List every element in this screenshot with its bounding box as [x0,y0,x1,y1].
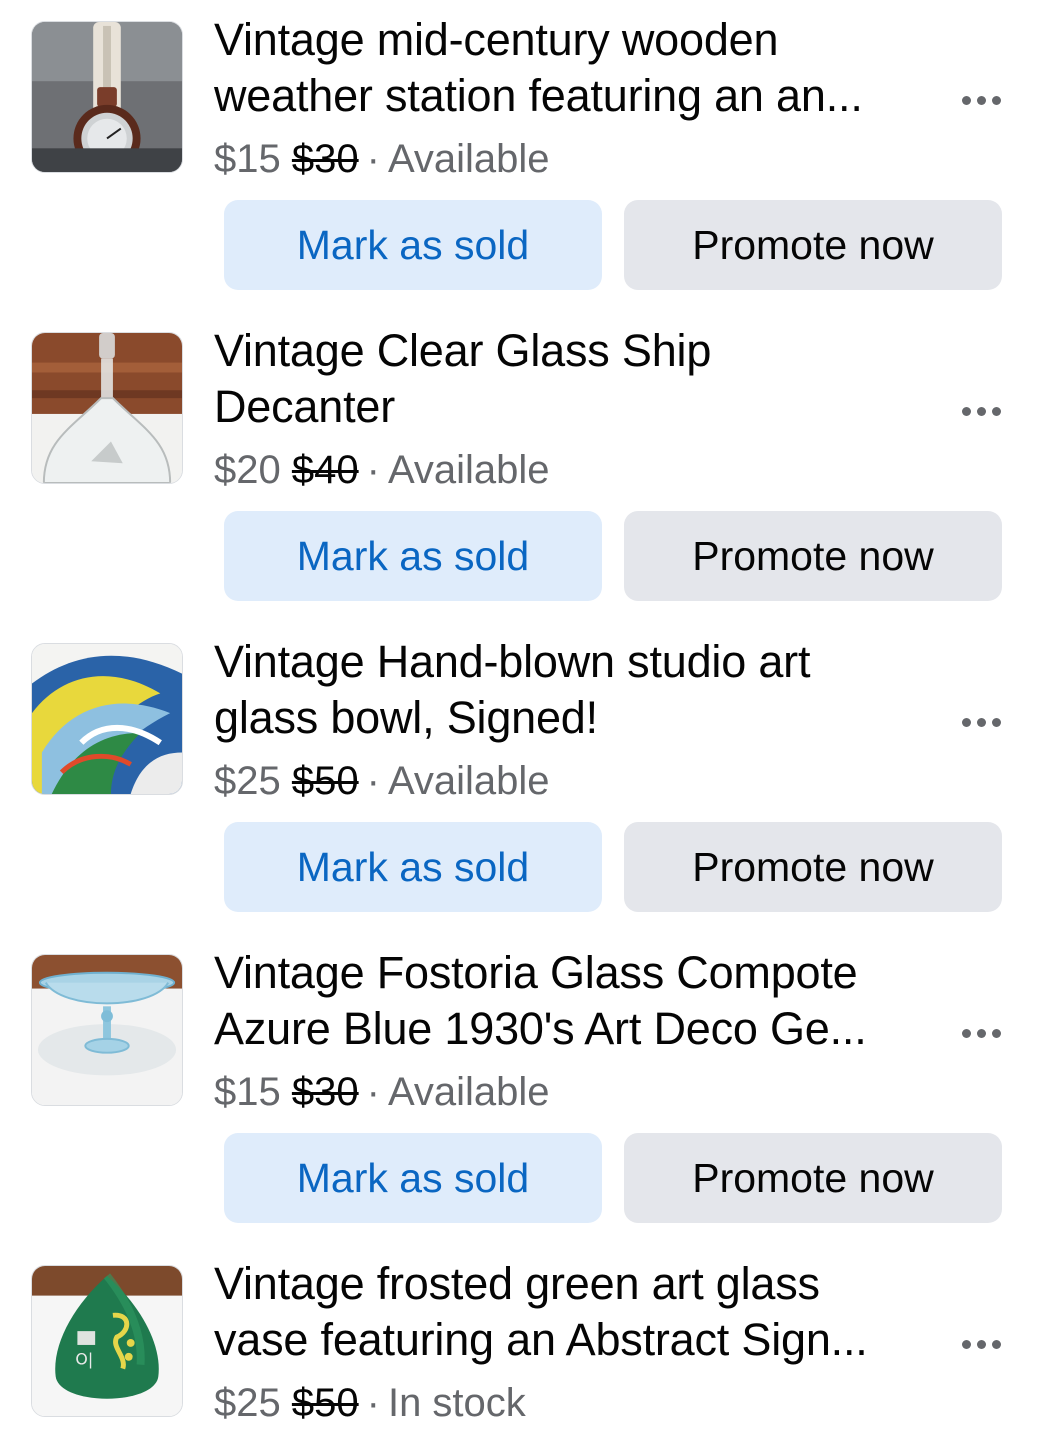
status-label: In stock [387,1381,526,1425]
listing-title-line-2: Azure Blue 1930's Art Deco Ge... [214,1003,867,1054]
listing-title[interactable]: Vintage Clear Glass Ship Decanter [214,323,934,435]
listing-item[interactable]: Vintage mid-century wooden weather stati… [0,0,1042,311]
listing-title-line-2: Decanter [214,381,395,432]
more-options-icon[interactable] [955,1326,1007,1362]
glass-decanter-thumbnail[interactable] [31,332,183,484]
original-price: $50 [291,1381,359,1425]
listing-title-line-1: Vintage Hand-blown studio art [214,636,811,687]
price-status-line: $15 $30 · Available [214,1066,550,1118]
art-glass-bowl-photo-icon [32,644,182,794]
status-label: Available [387,1070,550,1114]
separator: · [366,1070,380,1114]
original-price: $30 [291,137,359,181]
current-price: $15 [214,1070,281,1114]
svg-text:O|: O| [75,1350,93,1369]
price-status-line: $25 $50 · In stock [214,1377,526,1429]
listing-title-line-2: glass bowl, Signed! [214,692,598,743]
listing-title[interactable]: Vintage Fostoria Glass Compote Azure Blu… [214,945,934,1057]
more-options-icon[interactable] [955,393,1007,429]
glass-compote-photo-icon [32,955,182,1105]
listing-title-line-2: vase featuring an Abstract Sign... [214,1314,868,1365]
promote-now-button[interactable]: Promote now [624,200,1002,290]
more-options-icon[interactable] [955,704,1007,740]
glass-compote-thumbnail[interactable] [31,954,183,1106]
promote-now-button[interactable]: Promote now [624,511,1002,601]
separator: · [366,759,380,803]
current-price: $25 [214,759,281,803]
listing-item[interactable]: Vintage Clear Glass Ship Decanter $20 $4… [0,311,1042,622]
more-options-icon[interactable] [955,82,1007,118]
price-status-line: $20 $40 · Available [214,444,550,496]
current-price: $20 [214,448,281,492]
listing-title-line-1: Vintage Fostoria Glass Compote [214,947,858,998]
current-price: $15 [214,137,281,181]
promote-now-button[interactable]: Promote now [624,822,1002,912]
original-price: $40 [291,448,359,492]
mark-as-sold-button[interactable]: Mark as sold [224,200,602,290]
mark-as-sold-button[interactable]: Mark as sold [224,511,602,601]
listing-title-line-1: Vintage Clear Glass Ship [214,325,712,376]
listing-title-line-1: Vintage frosted green art glass [214,1258,820,1309]
listing-title[interactable]: Vintage mid-century wooden weather stati… [214,12,934,124]
listing-item[interactable]: Vintage Fostoria Glass Compote Azure Blu… [0,933,1042,1244]
weather-station-thumbnail[interactable] [31,21,183,173]
price-status-line: $15 $30 · Available [214,133,550,185]
weather-station-photo-icon [32,22,182,172]
listing-title-line-2: weather station featuring an an... [214,70,863,121]
promote-now-button[interactable]: Promote now [624,1133,1002,1223]
glass-decanter-photo-icon [32,333,182,483]
green-vase-thumbnail[interactable]: O| [31,1265,183,1417]
listing-title[interactable]: Vintage Hand-blown studio art glass bowl… [214,634,934,746]
listing-title-line-1: Vintage mid-century wooden [214,14,779,65]
more-options-icon[interactable] [955,1015,1007,1051]
price-status-line: $25 $50 · Available [214,755,550,807]
listing-item[interactable]: Vintage Hand-blown studio art glass bowl… [0,622,1042,933]
separator: · [366,137,380,181]
original-price: $50 [291,759,359,803]
mark-as-sold-button[interactable]: Mark as sold [224,822,602,912]
separator: · [366,1381,380,1425]
current-price: $25 [214,1381,281,1425]
original-price: $30 [291,1070,359,1114]
listing-item[interactable]: O| Vintage frosted green art glass vase … [0,1244,1042,1440]
status-label: Available [387,448,550,492]
mark-as-sold-button[interactable]: Mark as sold [224,1133,602,1223]
status-label: Available [387,759,550,803]
separator: · [366,448,380,492]
green-vase-photo-icon: O| [32,1266,182,1416]
listing-title[interactable]: Vintage frosted green art glass vase fea… [214,1256,934,1368]
art-glass-bowl-thumbnail[interactable] [31,643,183,795]
status-label: Available [387,137,550,181]
